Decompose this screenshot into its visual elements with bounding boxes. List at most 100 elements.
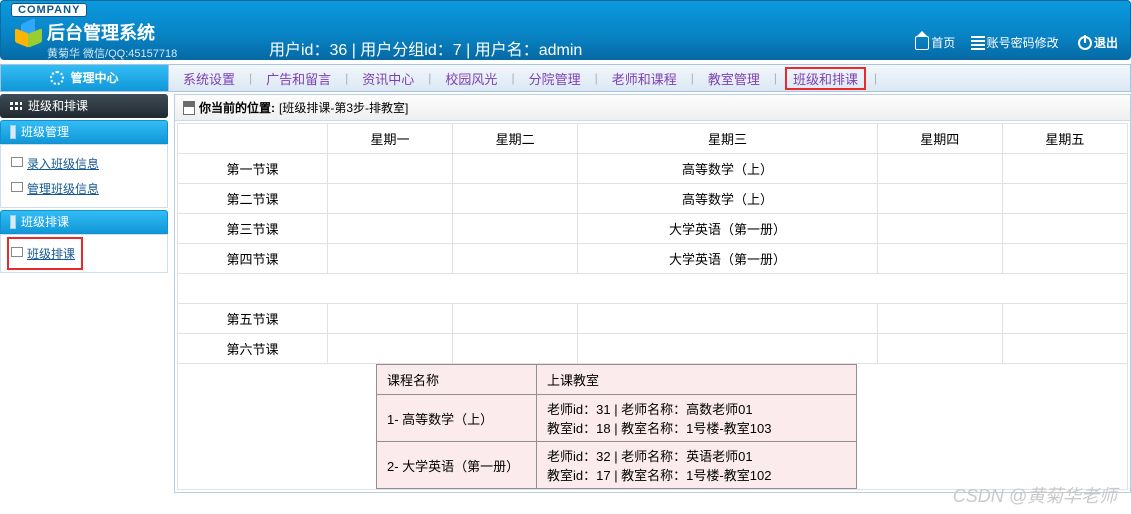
header-bar: COMPANY 后台管理系统 黄菊华 微信/QQ:45157718 用户id：3… — [0, 0, 1131, 60]
change-password-link[interactable]: 账号密码修改 — [965, 31, 1065, 54]
separator: | — [683, 71, 702, 85]
cell[interactable] — [578, 304, 877, 334]
table-row: 第六节课 — [178, 334, 1128, 364]
col-wed: 星期三 — [578, 124, 877, 154]
app-title-block: 后台管理系统 黄菊华 微信/QQ:45157718 — [47, 19, 177, 61]
ribbon-item-0[interactable]: 系统设置 — [177, 69, 241, 88]
cell[interactable] — [877, 334, 1002, 364]
course-info-table: 课程名称上课教室1- 高等数学（上）老师id：31 | 老师名称：高数老师01 … — [376, 364, 857, 489]
bar-icon — [11, 216, 15, 228]
cell[interactable] — [453, 304, 578, 334]
sidebar-group-current: 班级和排课 — [0, 94, 168, 118]
cell[interactable] — [1002, 184, 1127, 214]
table-row: 第一节课 高等数学（上） — [178, 154, 1128, 184]
sidebar-item-manage-class[interactable]: 管理班级信息 — [11, 176, 157, 201]
ribbon-left-title: 管理中心 — [1, 65, 169, 91]
logout-button[interactable]: 退出 — [1072, 31, 1124, 54]
crumb-label: 你当前的位置: — [199, 99, 275, 116]
table-row: 第五节课 — [178, 304, 1128, 334]
separator: | — [503, 71, 522, 85]
table-row: 第二节课高等数学（上） — [178, 184, 1128, 214]
table-row: 第三节课 大学英语（第一册） — [178, 214, 1128, 244]
gap-row — [178, 274, 1128, 304]
ribbon-item-5[interactable]: 老师和课程 — [606, 69, 683, 88]
course-name: 1- 高等数学（上） — [377, 395, 537, 442]
course-name: 2- 大学英语（第一册） — [377, 442, 537, 489]
breadcrumb: 你当前的位置: [班级排课-第3步-排教室] — [175, 95, 1130, 121]
cell[interactable] — [453, 334, 578, 364]
separator: | — [766, 71, 785, 85]
cell[interactable] — [328, 184, 453, 214]
user-info: 用户id：36 | 用户分组id：7 | 用户名：admin — [269, 36, 582, 60]
ribbon-item-3[interactable]: 校园风光 — [439, 69, 503, 88]
gear-icon — [50, 71, 64, 85]
app-title: 后台管理系统 — [47, 19, 177, 45]
cell[interactable]: 大学英语（第一册） — [578, 244, 877, 274]
period-label: 第一节课 — [178, 154, 328, 184]
col-fri: 星期五 — [1002, 124, 1127, 154]
cell[interactable] — [877, 184, 1002, 214]
room-info: 老师id：32 | 老师名称：英语老师01 教室id：17 | 教室名称：1号楼… — [537, 442, 857, 489]
cell[interactable]: 大学英语（第一册） — [578, 214, 877, 244]
cell[interactable] — [877, 214, 1002, 244]
app-subtitle: 黄菊华 微信/QQ:45157718 — [47, 45, 177, 61]
sidebar-group1-label: 班级管理 — [21, 120, 69, 144]
sidebar-item-enter-class[interactable]: 录入班级信息 — [11, 151, 157, 176]
ribbon-item-4[interactable]: 分院管理 — [523, 69, 587, 88]
cell[interactable] — [453, 154, 578, 184]
col-mon: 星期一 — [328, 124, 453, 154]
main-panel: 你当前的位置: [班级排课-第3步-排教室] 星期一 星期二 星期三 星期四 星… — [174, 94, 1131, 493]
separator: | — [587, 71, 606, 85]
logo-icon — [15, 21, 43, 49]
ribbon-left-label: 管理中心 — [70, 65, 118, 91]
cell[interactable] — [877, 154, 1002, 184]
col-room: 上课教室 — [537, 365, 857, 395]
cell[interactable] — [328, 244, 453, 274]
sidebar-group2-label: 班级排课 — [21, 210, 69, 234]
sidebar-group-class-mgmt[interactable]: 班级管理 — [0, 120, 168, 144]
cell[interactable] — [1002, 214, 1127, 244]
cell[interactable] — [1002, 244, 1127, 274]
cell[interactable] — [453, 184, 578, 214]
cell[interactable] — [453, 214, 578, 244]
ribbon-item-7[interactable]: 班级和排课 — [785, 67, 866, 90]
sidebar-item-class-schedule[interactable]: 班级排课 — [11, 241, 79, 266]
cell[interactable] — [1002, 334, 1127, 364]
list-icon — [971, 36, 985, 50]
pwd-label: 账号密码修改 — [987, 34, 1059, 51]
period-label: 第六节课 — [178, 334, 328, 364]
ribbon-items: 系统设置|广告和留言|资讯中心|校园风光|分院管理|老师和课程|教室管理|班级和… — [169, 67, 885, 90]
cell[interactable] — [578, 334, 877, 364]
ribbon-item-1[interactable]: 广告和留言 — [260, 69, 337, 88]
sidebar: 班级和排课 班级管理 录入班级信息 管理班级信息 班级排课 班级排课 — [0, 94, 168, 493]
separator: | — [866, 71, 885, 85]
cell[interactable]: 高等数学（上） — [578, 184, 877, 214]
power-icon — [1078, 36, 1092, 50]
doc-icon — [183, 101, 195, 115]
period-label: 第三节课 — [178, 214, 328, 244]
cell[interactable] — [1002, 154, 1127, 184]
home-icon — [915, 36, 929, 50]
cell[interactable] — [328, 214, 453, 244]
sidebar-group-schedule[interactable]: 班级排课 — [0, 210, 168, 234]
cell[interactable]: 高等数学（上） — [578, 154, 877, 184]
cell[interactable] — [328, 334, 453, 364]
table-row: 2- 大学英语（第一册）老师id：32 | 老师名称：英语老师01 教室id：1… — [377, 442, 857, 489]
col-thu: 星期四 — [877, 124, 1002, 154]
timetable: 星期一 星期二 星期三 星期四 星期五 第一节课高等数学（上）第二节课高等数学（… — [177, 123, 1128, 490]
cell[interactable] — [877, 304, 1002, 334]
ribbon-menu: 管理中心 系统设置|广告和留言|资讯中心|校园风光|分院管理|老师和课程|教室管… — [0, 64, 1131, 92]
sidebar-group-current-label: 班级和排课 — [28, 94, 88, 118]
ribbon-item-6[interactable]: 教室管理 — [702, 69, 766, 88]
cell[interactable] — [1002, 304, 1127, 334]
ribbon-item-2[interactable]: 资讯中心 — [356, 69, 420, 88]
separator: | — [420, 71, 439, 85]
crumb-path: [班级排课-第3步-排教室] — [279, 99, 408, 116]
company-badge: COMPANY — [11, 3, 87, 17]
home-link[interactable]: 首页 — [909, 31, 961, 54]
cell[interactable] — [328, 304, 453, 334]
cell[interactable] — [328, 154, 453, 184]
cell[interactable] — [453, 244, 578, 274]
cell[interactable] — [877, 244, 1002, 274]
logout-label: 退出 — [1094, 34, 1118, 51]
